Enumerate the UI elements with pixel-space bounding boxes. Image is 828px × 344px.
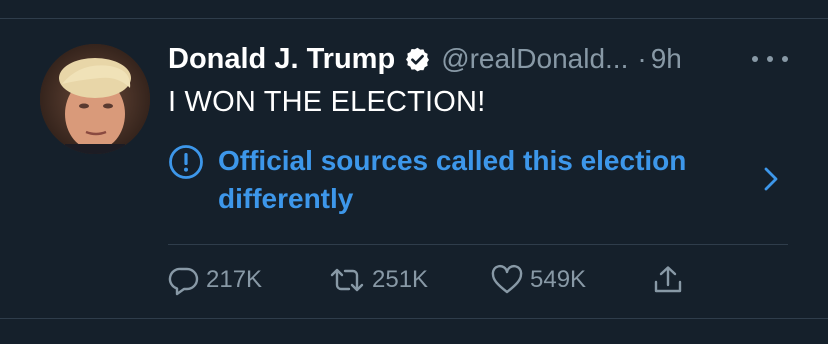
avatar-image [40,44,150,154]
verified-badge-icon [404,46,431,73]
heart-icon [491,264,523,294]
like-count: 549K [530,266,587,293]
author-name[interactable]: Donald J. Trump [168,43,395,76]
notice-text: Official sources called this election di… [218,145,687,214]
election-notice-link[interactable]: Official sources called this election di… [168,140,788,220]
reply-icon [168,267,199,296]
exclamation-circle-icon [168,144,204,180]
tweet-card[interactable]: Donald J. Trump @realDonald... · 9h I WO… [0,0,828,344]
retweet-count: 251K [372,266,429,293]
tweet-header: Donald J. Trump @realDonald... · 9h [168,38,788,80]
retweet-icon [330,268,364,292]
tweet-text: I WON THE ELECTION! [168,86,486,118]
author-handle[interactable]: @realDonald... [441,43,628,75]
action-divider [168,244,788,245]
share-button[interactable] [652,262,684,298]
retweet-button[interactable]: 251K [328,262,428,298]
share-icon [654,266,682,293]
tweet-timestamp[interactable]: 9h [651,43,682,75]
more-options-icon[interactable] [752,47,788,71]
reply-button[interactable]: 217K [168,262,262,298]
top-divider [0,18,828,19]
bottom-divider [0,318,828,319]
tweet-actions: 217K 251K 549K [168,262,728,298]
separator-dot: · [637,43,647,74]
reply-count: 217K [206,266,263,293]
like-button[interactable]: 549K [490,262,586,298]
chevron-right-icon [760,164,782,194]
avatar[interactable] [40,44,150,154]
